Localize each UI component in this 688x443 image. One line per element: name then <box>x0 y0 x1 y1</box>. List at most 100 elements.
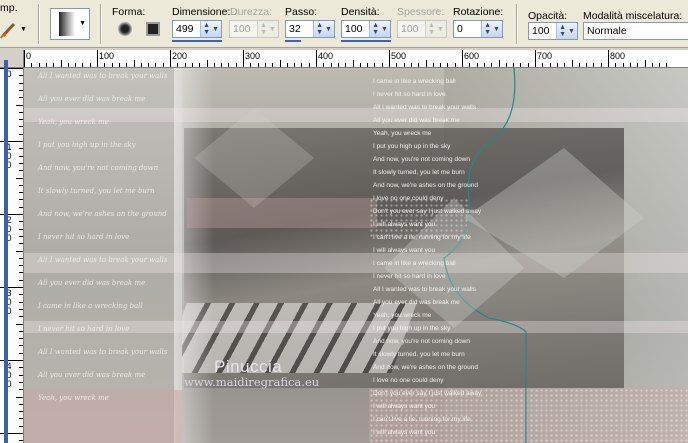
lyric-line: I put you high up in the sky <box>38 141 136 149</box>
ruler-tick <box>637 63 639 67</box>
ruler-label: 500 <box>391 51 407 61</box>
rotazione-value[interactable]: 0 <box>454 23 481 35</box>
ruler-tick <box>19 272 23 274</box>
square-shape-icon[interactable] <box>146 22 160 36</box>
passo-value[interactable]: 32 <box>286 23 313 35</box>
lyric-line: All I wanted was to break your walls <box>38 72 168 80</box>
ruler-tick <box>19 374 23 376</box>
ruler-tick <box>19 257 23 259</box>
spin-arrows-icon[interactable]: ▲ ▼ ▼ <box>313 21 334 37</box>
ruler-tick <box>629 63 631 67</box>
ruler-tick <box>19 184 23 186</box>
ruler-tick <box>272 63 274 67</box>
ruler-tick <box>498 60 500 67</box>
ruler-tick <box>622 63 624 67</box>
round-shape-icon[interactable] <box>118 22 132 36</box>
lyric-line: I can't live a lie, running for my life <box>373 416 471 423</box>
densita-input[interactable]: 100 ▲ ▼ ▼ <box>341 20 391 38</box>
ruler-tick <box>19 192 23 194</box>
ruler-tick <box>19 403 23 405</box>
brush-tip-dropdown-icon[interactable]: ▼ <box>79 20 86 27</box>
dimensione-input[interactable]: 499 ▲ ▼ ▼ <box>172 20 222 38</box>
ruler-tick <box>19 235 23 237</box>
ruler-tick <box>19 330 23 332</box>
ruler-tick <box>666 63 668 67</box>
ruler-tick <box>418 63 420 67</box>
preset-dropdown-icon[interactable]: ▼ <box>20 26 28 34</box>
brush-tip-preview[interactable]: ▼ <box>50 8 90 40</box>
lyric-line: Yeah, you wreck me <box>38 118 109 126</box>
ruler-tick <box>374 63 376 67</box>
brush-preset-icon[interactable] <box>0 16 18 40</box>
ruler-tick <box>19 148 23 150</box>
lyric-line: And now, we're ashes on the ground <box>38 210 167 218</box>
spin-arrows-icon[interactable]: ▲ ▼ ▼ <box>200 21 221 37</box>
ruler-tick <box>19 82 23 84</box>
durezza-value: 100 <box>233 23 251 35</box>
lyric-line: And now, we're ashes on the ground <box>373 182 478 189</box>
ruler-tick <box>593 63 595 67</box>
lyric-line: I put you high up in the sky <box>373 143 451 150</box>
spin-arrows-icon[interactable]: ▲ ▼ ▼ <box>556 23 577 39</box>
ruler-tick <box>520 63 522 67</box>
ruler-tick <box>469 63 471 67</box>
densita-slider[interactable] <box>341 40 391 42</box>
ruler-tick <box>19 425 23 427</box>
ruler-tick <box>45 63 47 67</box>
separator <box>38 4 40 44</box>
ruler-tick <box>651 63 653 67</box>
lyric-line: I will always want you <box>373 403 436 410</box>
ruler-tick <box>104 63 106 67</box>
ruler-tick <box>19 119 23 121</box>
lyric-line: I came in like a wrecking ball <box>373 260 456 267</box>
opacita-input[interactable]: 100 ▲ ▼ ▼ <box>528 22 578 40</box>
partial-label: mp. <box>0 2 18 14</box>
modalita-label: Modalità miscelatura: <box>583 10 683 22</box>
ruler-tick <box>228 63 230 67</box>
ruler-label: 0 <box>26 51 32 61</box>
ruler-tick <box>19 155 23 157</box>
ruler-tick <box>389 50 390 67</box>
blend-mode-select[interactable]: Normale <box>583 22 688 40</box>
ruler-tick <box>337 63 339 67</box>
spin-arrows-icon[interactable]: ▲ ▼ ▼ <box>481 21 502 37</box>
ruler-tick <box>19 206 23 208</box>
ruler-tick <box>19 411 23 413</box>
ruler-tick <box>199 63 201 67</box>
blend-mode-value[interactable]: Normale <box>584 25 688 37</box>
signature: Pinuccia <box>214 357 283 376</box>
passo-input[interactable]: 32 ▲ ▼ ▼ <box>285 20 335 38</box>
lyric-line: Yeah, you wreck me <box>373 312 432 319</box>
densita-label: Densità: <box>341 6 380 18</box>
rotazione-input[interactable]: 0 ▲ ▼ ▼ <box>453 20 503 38</box>
ruler-tick <box>359 63 361 67</box>
ruler-tick <box>19 294 23 296</box>
ruler-tick <box>19 199 23 201</box>
lyric-line: I came in like a wrecking ball <box>373 78 456 85</box>
dimensione-slider[interactable] <box>172 40 222 42</box>
ruler-tick <box>330 63 332 67</box>
passo-slider[interactable] <box>285 40 301 42</box>
ruler-label: 400 <box>318 51 334 61</box>
ruler-tick <box>462 50 463 67</box>
ruler-tick <box>133 60 135 67</box>
ruler-tick <box>19 75 23 77</box>
layer-selection-bar <box>4 60 8 443</box>
lyric-line: I love no one could deny <box>373 377 444 384</box>
spin-arrows-icon[interactable]: ▲ ▼ ▼ <box>369 21 390 37</box>
lyric-line: It slowly turned, you let me burn <box>38 187 155 195</box>
image-canvas[interactable]: All I wanted was to break your walls All … <box>24 68 688 443</box>
lyric-line: I never hit so hard in love <box>38 325 130 333</box>
ruler-tick <box>19 170 23 172</box>
opacita-value[interactable]: 100 <box>529 25 556 37</box>
durezza-input: 100 ▲ ▼ ▼ <box>229 20 279 38</box>
ruler-tick <box>659 63 661 67</box>
ruler-tick <box>454 63 456 67</box>
ruler-tick <box>31 63 33 67</box>
ruler-tick <box>24 50 25 67</box>
lyric-line: I never hit so hard in love <box>373 273 446 280</box>
densita-value[interactable]: 100 <box>342 23 369 35</box>
ruler-tick <box>184 63 186 67</box>
ruler-tick <box>19 111 23 113</box>
dimensione-value[interactable]: 499 <box>173 23 200 35</box>
